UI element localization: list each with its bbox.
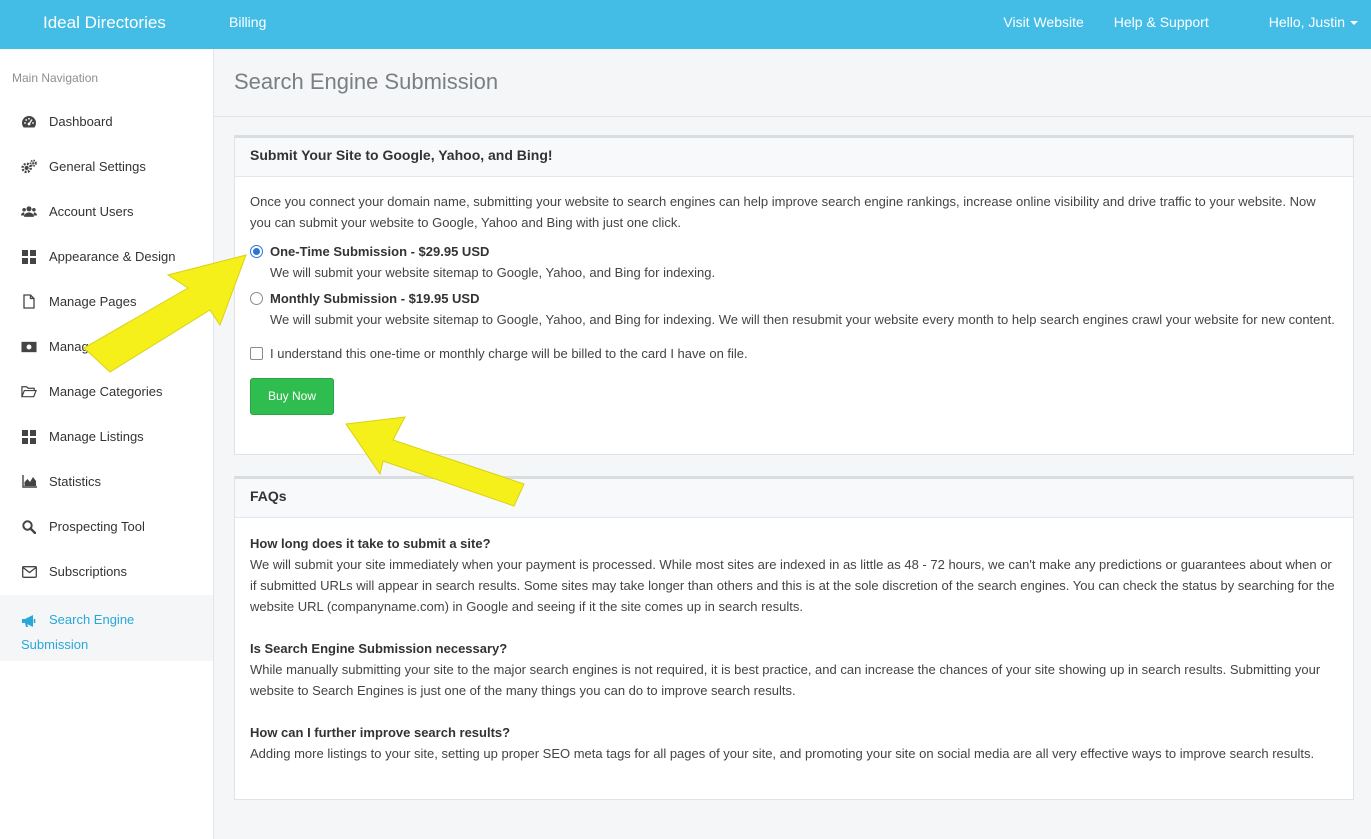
page-title: Search Engine Submission (234, 69, 499, 94)
sidebar-item-search-engine-submission[interactable]: Search Engine Submission (0, 595, 213, 661)
sidebar-item-label: General Settings (49, 159, 146, 174)
visit-website-link[interactable]: Visit Website (1003, 14, 1083, 30)
envelope-icon (21, 564, 37, 580)
sidebar-item-label: Manage (49, 339, 96, 354)
faq-item: Is Search Engine Submission necessary? W… (250, 638, 1338, 701)
agree-row[interactable]: I understand this one-time or monthly ch… (250, 343, 1338, 364)
sidebar: Main Navigation Dashboard General Settin… (0, 49, 214, 839)
faq-question: How can I further improve search results… (250, 725, 511, 740)
file-icon (21, 294, 37, 310)
faq-answer: We will submit your site immediately whe… (250, 557, 1335, 614)
grid-icon (21, 429, 37, 445)
option-description: We will submit your website sitemap to G… (270, 312, 1335, 327)
sidebar-heading: Main Navigation (12, 71, 99, 85)
sidebar-item-label-line2: Submission (21, 636, 89, 652)
monthly-radio[interactable] (250, 292, 263, 305)
sidebar-item-appearance-design[interactable]: Appearance & Design (0, 234, 213, 279)
agree-label: I understand this one-time or monthly ch… (270, 346, 748, 361)
sidebar-item-label: Appearance & Design (49, 249, 176, 264)
brand-logo[interactable]: Ideal Directories (43, 13, 166, 33)
option-one-time[interactable]: One-Time Submission - $29.95 USD We will… (250, 241, 1338, 283)
sidebar-item-label: Prospecting Tool (49, 519, 145, 534)
users-icon (21, 204, 37, 220)
sidebar-item-subscriptions[interactable]: Subscriptions (0, 549, 213, 594)
money-icon (21, 339, 37, 355)
faq-answer: Adding more listings to your site, setti… (250, 746, 1315, 761)
sidebar-item-manage[interactable]: Manage (0, 324, 213, 369)
panel-title: Submit Your Site to Google, Yahoo, and B… (235, 138, 1353, 177)
panel-title: FAQs (235, 479, 1353, 518)
sidebar-item-prospecting-tool[interactable]: Prospecting Tool (0, 504, 213, 549)
sidebar-item-manage-listings[interactable]: Manage Listings (0, 414, 213, 459)
option-monthly[interactable]: Monthly Submission - $19.95 USD We will … (250, 288, 1338, 330)
intro-text: Once you connect your domain name, submi… (250, 194, 1316, 230)
user-greeting: Hello, Justin (1268, 14, 1345, 30)
sidebar-item-manage-pages[interactable]: Manage Pages (0, 279, 213, 324)
grid-icon (21, 249, 37, 265)
divider (214, 116, 1371, 117)
gears-icon (21, 159, 37, 175)
option-description: We will submit your website sitemap to G… (270, 265, 716, 280)
sidebar-item-account-users[interactable]: Account Users (0, 189, 213, 234)
sidebar-item-manage-categories[interactable]: Manage Categories (0, 369, 213, 414)
faq-panel: FAQs How long does it take to submit a s… (234, 476, 1354, 800)
submit-panel: Submit Your Site to Google, Yahoo, and B… (234, 135, 1354, 455)
one-time-radio[interactable] (250, 245, 263, 258)
help-support-link[interactable]: Help & Support (1114, 14, 1209, 30)
sidebar-item-label: Manage Listings (49, 429, 144, 444)
sidebar-item-label: Subscriptions (49, 564, 128, 579)
sidebar-item-label: Manage Pages (49, 294, 137, 309)
sidebar-item-label: Statistics (49, 474, 102, 489)
search-icon (21, 519, 37, 535)
faq-answer: While manually submitting your site to t… (250, 662, 1321, 698)
sidebar-item-statistics[interactable]: Statistics (0, 459, 213, 504)
megaphone-icon (21, 613, 37, 629)
sidebar-item-label-line1: Search Engine (49, 612, 135, 627)
sidebar-item-dashboard[interactable]: Dashboard (0, 99, 213, 144)
agree-checkbox[interactable] (250, 347, 263, 360)
folder-open-icon (21, 384, 37, 400)
main-content: Search Engine Submission Submit Your Sit… (214, 49, 1371, 839)
option-title: Monthly Submission - $19.95 USD (270, 291, 480, 306)
sidebar-item-label: Manage Categories (49, 384, 163, 399)
user-menu[interactable]: Hello, Justin (1239, 14, 1358, 30)
top-right-nav: Visit Website Help & Support Hello, Just… (973, 14, 1358, 30)
faq-question: How long does it take to submit a site? (250, 536, 491, 551)
chevron-down-icon (1350, 21, 1358, 26)
buy-now-button[interactable]: Buy Now (250, 378, 335, 415)
faq-item: How can I further improve search results… (250, 722, 1338, 764)
sidebar-item-label: Account Users (49, 204, 134, 219)
faq-question: Is Search Engine Submission necessary? (250, 641, 508, 656)
option-title: One-Time Submission - $29.95 USD (270, 244, 490, 259)
area-chart-icon (21, 474, 37, 490)
faq-item: How long does it take to submit a site? … (250, 533, 1338, 617)
dashboard-icon (21, 114, 37, 130)
sidebar-item-label: Dashboard (49, 114, 113, 129)
top-navbar: Ideal Directories Billing Visit Website … (0, 0, 1371, 49)
nav-link-billing[interactable]: Billing (229, 14, 266, 30)
sidebar-item-general-settings[interactable]: General Settings (0, 144, 213, 189)
